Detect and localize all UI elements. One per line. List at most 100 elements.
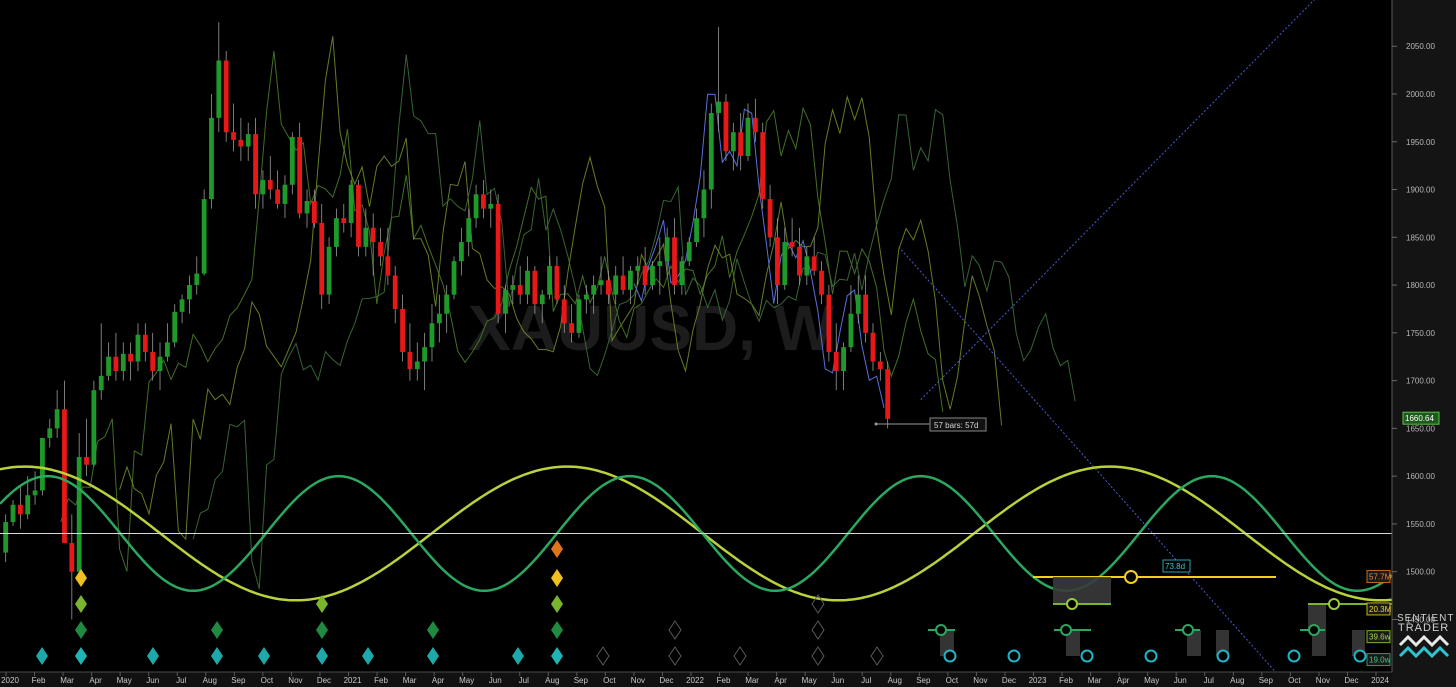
y-tick-label: 1700.00 <box>1406 377 1435 386</box>
candle-body <box>752 117 758 133</box>
candle-body <box>253 134 258 195</box>
projection-label: 73.8d <box>1165 562 1185 571</box>
candle-body <box>363 227 369 247</box>
projection-point-cyan <box>1144 649 1158 663</box>
candle-body <box>716 101 722 114</box>
projection-point-green <box>1182 624 1194 636</box>
candle-body <box>238 139 244 147</box>
x-tick-label: Jun <box>489 676 502 685</box>
x-tick-label: May <box>1144 676 1159 685</box>
candle-body <box>142 334 148 352</box>
x-tick-label: Feb <box>717 676 731 685</box>
candle-body <box>458 242 464 262</box>
candle-body <box>201 199 207 274</box>
candle-body <box>708 113 714 190</box>
projection-point-lime <box>1328 598 1340 610</box>
x-tick-label: Sep <box>231 676 246 685</box>
y-tick-label: 1900.00 <box>1406 186 1435 195</box>
candle-body <box>378 242 383 257</box>
projection-point-cyan <box>1216 649 1230 663</box>
candle-body <box>819 270 824 295</box>
projection-point-green <box>1060 624 1072 636</box>
candle-body <box>113 356 119 372</box>
x-tick-label: Jun <box>1174 676 1187 685</box>
x-tick-label: Mar <box>1088 676 1102 685</box>
candle-body <box>628 270 633 290</box>
candle-body <box>554 265 560 300</box>
x-tick-label: Nov <box>288 676 302 685</box>
x-tick-label: Feb <box>374 676 388 685</box>
candle-body <box>32 490 38 496</box>
x-tick-label: Dec <box>1002 676 1016 685</box>
x-tick-label: 2020 <box>1 676 19 685</box>
projection-point-green <box>935 624 947 636</box>
candle-body <box>69 543 75 572</box>
candle-body <box>569 323 575 333</box>
candle-body <box>855 294 861 314</box>
candle-body <box>620 275 626 290</box>
x-tick-label: Nov <box>1316 676 1330 685</box>
candle-body <box>473 194 479 219</box>
candle-body <box>730 132 736 152</box>
candle-body <box>356 184 361 247</box>
projection-point-gold <box>1124 570 1138 584</box>
candle-body <box>223 60 229 133</box>
candle-body <box>54 409 60 429</box>
axis-badge-label: 19.0w <box>1369 656 1391 665</box>
candle-body <box>605 280 611 295</box>
x-tick-label: Aug <box>203 676 217 685</box>
candle-body <box>47 428 53 438</box>
x-tick-label: 2021 <box>344 676 362 685</box>
candle-body <box>91 390 97 465</box>
candle-body <box>672 237 677 286</box>
candle-body <box>341 218 347 223</box>
candle-body <box>745 117 751 157</box>
x-tick-label: Aug <box>888 676 902 685</box>
x-tick-label: Oct <box>946 676 959 685</box>
candle-body <box>583 294 589 300</box>
candle-body <box>76 457 82 572</box>
candle-body <box>282 184 288 204</box>
x-tick-label: Apr <box>774 676 787 685</box>
projection-point-cyan <box>1007 649 1021 663</box>
candle-body <box>392 275 398 309</box>
candle-body <box>267 179 273 190</box>
candle-body <box>811 256 817 271</box>
candle-body <box>414 361 420 370</box>
candle-body <box>17 504 23 515</box>
x-tick-label: Oct <box>1288 676 1301 685</box>
projection-box <box>1053 577 1111 603</box>
logo-line2: TRADER <box>1398 622 1449 634</box>
candle-body <box>561 299 567 324</box>
x-tick-label: Mar <box>403 676 417 685</box>
y-axis-panel[interactable] <box>1392 0 1456 687</box>
axis-badge-label: 57.7M <box>1369 572 1392 581</box>
y-tick-label: 1800.00 <box>1406 281 1435 290</box>
candle-body <box>576 299 582 333</box>
candle-body <box>10 504 16 523</box>
y-tick-label: 1850.00 <box>1406 233 1435 242</box>
candle-body <box>598 280 604 286</box>
x-tick-label: Jul <box>519 676 529 685</box>
candle-body <box>547 265 552 295</box>
candle-body <box>436 313 442 324</box>
candle-body <box>25 495 31 515</box>
axis-badge-label: 39.6w <box>1369 633 1391 642</box>
candle-body <box>370 227 376 243</box>
cycle-chart[interactable]: XAUUSD, W 57 bars: 57d 73.8d 1450.001500… <box>0 0 1456 687</box>
candle-body <box>495 203 501 314</box>
candle-body <box>157 356 163 372</box>
candle-body <box>311 200 317 223</box>
x-tick-label: May <box>802 676 817 685</box>
candle-body <box>701 189 707 219</box>
candle-body <box>128 353 134 362</box>
candle-body <box>657 261 663 266</box>
candle-body <box>841 347 846 372</box>
candle-body <box>120 353 126 372</box>
x-tick-label: May <box>459 676 474 685</box>
candle-body <box>885 369 891 419</box>
candle-body <box>738 132 744 157</box>
candle-body <box>650 265 655 286</box>
candle-body <box>164 342 170 357</box>
projection-point-lime <box>1066 598 1078 610</box>
